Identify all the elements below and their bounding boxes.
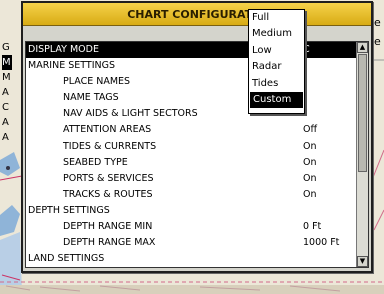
list-scrollbar[interactable]: ▲ ▼	[356, 42, 368, 267]
setting-label: MARINE SETTINGS	[28, 60, 115, 72]
settings-row[interactable]: DEPTH RANGE MIN 0 Ft	[26, 219, 357, 235]
background-right-letters: e e	[374, 13, 384, 51]
setting-label: DISPLAY MODE	[28, 44, 99, 55]
setting-label: DEPTH RANGE MIN	[63, 221, 153, 233]
setting-label: TIDES & CURRENTS	[63, 140, 157, 152]
display-mode-dropdown[interactable]: Full Medium Low Radar Tides Custom	[248, 9, 305, 114]
chart-configuration-panel: CHART CONFIGURATION DISPLAY MODE C MARINE …	[21, 1, 373, 273]
setting-label: LAND SETTINGS	[28, 253, 105, 265]
setting-label: ATTENTION AREAS	[63, 124, 152, 136]
dropdown-option[interactable]: Medium	[249, 26, 304, 42]
settings-row[interactable]: SEABED TYPE On	[26, 155, 357, 171]
scroll-thumb[interactable]	[358, 54, 367, 172]
settings-row[interactable]: NAME TAGS	[26, 90, 357, 106]
setting-label: DEPTH RANGE MAX	[63, 237, 156, 249]
scroll-up-arrow-icon[interactable]: ▲	[357, 42, 368, 53]
setting-label: DEPTH SETTINGS	[28, 204, 110, 216]
settings-row[interactable]: TIDES & CURRENTS On	[26, 139, 357, 155]
dropdown-option[interactable]: Custom	[250, 91, 303, 109]
settings-row[interactable]: MARINE SETTINGS	[26, 58, 357, 74]
settings-row[interactable]: DEPTH RANGE MAX 1000 Ft	[26, 235, 357, 251]
settings-row[interactable]: LAND SETTINGS	[26, 251, 357, 267]
settings-row[interactable]: DEPTH SETTINGS	[26, 203, 357, 219]
panel-title: CHART CONFIGURATION	[23, 3, 371, 26]
settings-row[interactable]: ATTENTION AREAS Off	[26, 122, 357, 138]
background-menu-letters: G M M A C A A	[2, 40, 12, 145]
setting-value: Off	[303, 124, 318, 136]
setting-value: 0 Ft	[303, 221, 322, 233]
bg-letter: G	[2, 42, 10, 53]
bg-letter: e	[374, 35, 381, 48]
bg-letter: e	[374, 16, 381, 29]
settings-rows: DISPLAY MODE C MARINE SETTINGS PLACE NAMES N…	[26, 42, 357, 267]
settings-row[interactable]: DISPLAY MODE C	[26, 42, 357, 59]
setting-value: On	[303, 188, 317, 200]
setting-label: PLACE NAMES	[63, 76, 131, 88]
setting-label: NAME TAGS	[63, 92, 119, 104]
setting-value: On	[303, 140, 317, 152]
setting-label: NAV AIDS & LIGHT SECTORS	[63, 108, 198, 120]
dropdown-option[interactable]: Full	[249, 10, 304, 26]
bg-letter: A	[2, 117, 9, 128]
bg-letter: C	[2, 102, 9, 113]
settings-row[interactable]: NAV AIDS & LIGHT SECTORS	[26, 106, 357, 122]
setting-label: SEABED TYPE	[63, 156, 128, 168]
setting-value: On	[303, 172, 317, 184]
settings-list: DISPLAY MODE C MARINE SETTINGS PLACE NAMES N…	[25, 41, 369, 268]
bg-letter: M	[2, 72, 11, 83]
setting-value: 1000 Ft	[303, 237, 340, 249]
dropdown-option[interactable]: Radar	[249, 59, 304, 75]
setting-value: On	[303, 156, 317, 168]
bg-letter: A	[2, 87, 9, 98]
settings-row[interactable]: PLACE NAMES	[26, 74, 357, 90]
setting-label: PORTS & SERVICES	[63, 172, 154, 184]
bg-letter: M	[2, 55, 12, 70]
dropdown-option[interactable]: Low	[249, 43, 304, 59]
dropdown-option[interactable]: Tides	[249, 76, 304, 92]
settings-row[interactable]: TRACKS & ROUTES On	[26, 187, 357, 203]
bg-letter: A	[2, 132, 9, 143]
settings-row[interactable]: PORTS & SERVICES On	[26, 171, 357, 187]
setting-label: TRACKS & ROUTES	[63, 188, 153, 200]
scroll-down-arrow-icon[interactable]: ▼	[357, 256, 368, 267]
